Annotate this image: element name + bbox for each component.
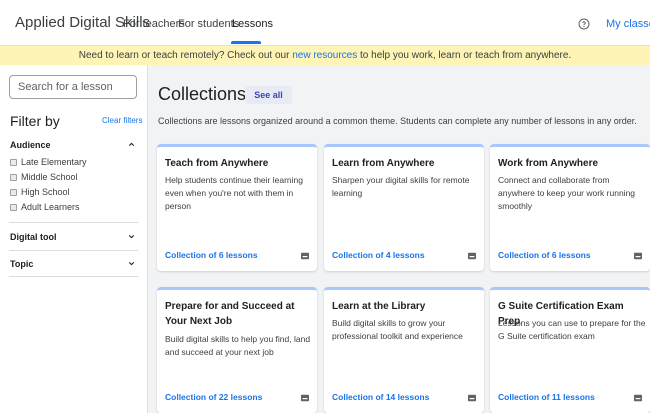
card-lesson-count[interactable]: Collection of 6 lessons [165,250,258,260]
new-resources-link[interactable]: new resources [292,50,357,61]
filter-by-heading: Filter by [10,113,60,129]
nav-active-indicator [231,41,261,44]
chevron-down-icon[interactable] [127,259,136,268]
digital-tool-heading[interactable]: Digital tool [10,232,57,242]
audience-heading[interactable]: Audience [10,140,51,150]
checkbox[interactable] [10,173,17,181]
divider [9,276,138,277]
checkbox[interactable] [10,188,17,196]
search-input[interactable] [9,75,137,99]
remote-learning-banner: Need to learn or teach remotely? Check o… [0,46,650,65]
banner-text-before: Need to learn or teach remotely? Check o… [78,50,293,61]
card-description: Connect and collaborate from anywhere to… [498,175,636,211]
card-title: Learn at the Library [332,301,426,312]
collection-folder-icon [301,394,309,402]
card-description: Lessons you can use to prepare for the G… [498,318,646,341]
option-label: Late Elementary [21,157,87,167]
collection-folder-icon [468,252,476,260]
chevron-up-icon[interactable] [127,140,136,149]
collection-card[interactable]: Teach from Anywhere Help students contin… [157,144,317,271]
option-label: High School [21,187,70,197]
collection-folder-icon [634,252,642,260]
card-description: Build digital skills to help you find, l… [165,334,311,357]
card-description: Build digital skills to grow your profes… [332,318,463,341]
collections-description: Collections are lessons organized around… [158,116,637,126]
checkbox[interactable] [10,158,17,166]
collection-card[interactable]: Prepare for and Succeed at Your Next Job… [157,287,317,413]
topic-heading[interactable]: Topic [10,259,33,269]
card-description: Sharpen your digital skills for remote l… [332,175,470,198]
card-title: Prepare for and Succeed at Your Next Job [165,301,295,327]
see-all-button[interactable]: See all [245,86,292,104]
nav-for-teachers[interactable]: For teachers [123,18,185,30]
collection-card[interactable]: Learn from Anywhere Sharpen your digital… [324,144,484,271]
nav-for-students[interactable]: For students [178,18,239,30]
chevron-down-icon[interactable] [127,232,136,241]
card-lesson-count[interactable]: Collection of 11 lessons [498,392,595,402]
banner-text-after: to help you work, learn or teach from an… [357,50,572,61]
filter-sidebar: Filter by Clear filters Audience Late El… [0,65,148,413]
my-classes-link[interactable]: My classes [606,18,650,30]
help-circle-icon[interactable] [578,18,590,30]
collection-card[interactable]: Learn at the Library Build digital skill… [324,287,484,413]
audience-option-high-school[interactable]: High School [10,187,70,197]
checkbox[interactable] [10,203,17,211]
card-title: Teach from Anywhere [165,158,269,169]
audience-option-adult-learners[interactable]: Adult Learners [10,202,80,212]
option-label: Adult Learners [21,202,80,212]
collections-main: Collections See all Collections are less… [148,65,650,413]
audience-option-late-elementary[interactable]: Late Elementary [10,157,87,167]
collection-folder-icon [634,394,642,402]
divider [9,222,138,223]
card-lesson-count[interactable]: Collection of 6 lessons [498,250,591,260]
clear-filters-link[interactable]: Clear filters [102,116,142,125]
collection-card[interactable]: Work from Anywhere Connect and collabora… [490,144,650,271]
card-title: Learn from Anywhere [332,158,435,169]
divider [9,250,138,251]
card-lesson-count[interactable]: Collection of 4 lessons [332,250,425,260]
page-title: Collections [158,84,247,104]
card-title: Work from Anywhere [498,158,599,169]
card-lesson-count[interactable]: Collection of 22 lessons [165,392,262,402]
card-lesson-count[interactable]: Collection of 14 lessons [332,392,429,402]
audience-option-middle-school[interactable]: Middle School [10,172,78,182]
top-bar: Applied Digital Skills For teachers For … [0,0,650,46]
collection-folder-icon [468,394,476,402]
collection-folder-icon [301,252,309,260]
nav-lessons[interactable]: Lessons [232,18,273,30]
collection-card[interactable]: G Suite Certification Exam Prep Lessons … [490,287,650,413]
card-description: Help students continue their learning ev… [165,175,303,211]
option-label: Middle School [21,172,78,182]
